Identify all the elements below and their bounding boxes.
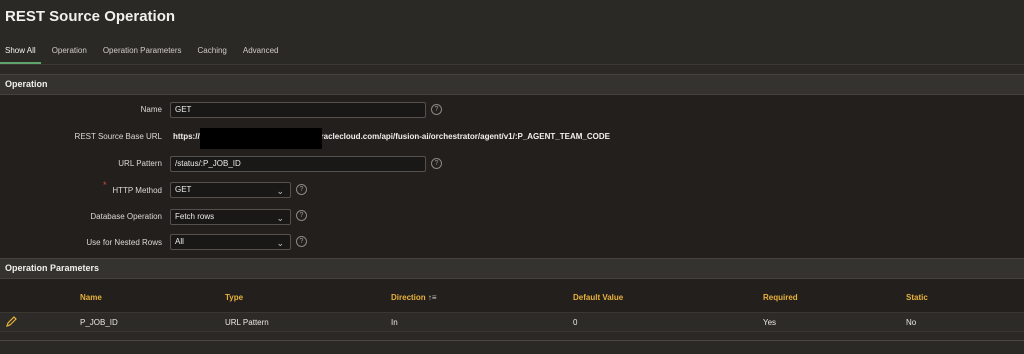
http-method-value: GET [175, 185, 192, 194]
db-operation-value: Fetch rows [175, 212, 215, 221]
cell-name: P_JOB_ID [80, 318, 118, 327]
col-header-name[interactable]: Name [80, 293, 102, 302]
page-title: REST Source Operation [5, 8, 176, 25]
col-header-required[interactable]: Required [763, 293, 798, 302]
params-table-header-band [0, 279, 1024, 312]
bottom-divider [0, 340, 1024, 354]
col-header-static[interactable]: Static [906, 293, 928, 302]
nested-rows-label: Use for Nested Rows [86, 238, 162, 247]
nested-rows-help-icon[interactable]: ? [296, 236, 307, 247]
redaction-block [200, 128, 322, 149]
name-help-icon[interactable]: ? [431, 104, 442, 115]
chevron-down-icon: ⌄ [276, 213, 284, 223]
url-pattern-field[interactable]: /status/:P_JOB_ID [170, 156, 426, 172]
direction-header-label: Direction [391, 293, 426, 302]
nested-rows-value: All [175, 237, 184, 246]
base-url-label: REST Source Base URL [74, 132, 162, 141]
url-pattern-label: URL Pattern [118, 159, 162, 168]
cell-static: No [906, 318, 917, 327]
base-url-suffix: .oraclecloud.com/api/fusion-ai/orchestra… [313, 132, 610, 141]
db-operation-help-icon[interactable]: ? [296, 210, 307, 221]
cell-required: Yes [763, 318, 777, 327]
name-field[interactable]: GET [170, 102, 426, 118]
tab-operation-parameters[interactable]: Operation Parameters [98, 44, 187, 64]
url-pattern-help-icon[interactable]: ? [431, 158, 442, 169]
db-operation-select[interactable]: Fetch rows ⌄ [170, 209, 291, 225]
tab-operation[interactable]: Operation [47, 44, 92, 64]
name-label: Name [140, 105, 162, 114]
tab-caching[interactable]: Caching [193, 44, 232, 64]
col-header-type[interactable]: Type [225, 293, 243, 302]
tab-advanced[interactable]: Advanced [238, 44, 284, 64]
cell-direction: In [391, 318, 398, 327]
operation-form-panel [0, 95, 1024, 258]
edit-pencil-icon[interactable] [6, 316, 17, 327]
chevron-down-icon: ⌄ [276, 238, 284, 248]
nested-rows-select[interactable]: All ⌄ [170, 234, 291, 250]
cell-type: URL Pattern [225, 318, 269, 327]
col-header-default-value[interactable]: Default Value [573, 293, 623, 302]
col-header-direction[interactable]: Direction ↑≡ [391, 293, 437, 302]
chevron-down-icon: ⌄ [276, 186, 284, 196]
tab-bar: Show All Operation Operation Parameters … [0, 44, 289, 64]
http-method-help-icon[interactable]: ? [296, 184, 307, 195]
cell-default-value: 0 [573, 318, 578, 327]
table-row [0, 312, 1024, 332]
http-method-select[interactable]: GET ⌄ [170, 182, 291, 198]
tabs-divider [0, 64, 1024, 65]
http-method-label: HTTP Method [112, 186, 162, 195]
tab-show-all[interactable]: Show All [0, 44, 41, 64]
params-section-header: Operation Parameters [0, 258, 1024, 279]
sort-ascending-icon: ↑≡ [427, 293, 437, 302]
db-operation-label: Database Operation [90, 212, 162, 221]
operation-section-header: Operation [0, 74, 1024, 95]
